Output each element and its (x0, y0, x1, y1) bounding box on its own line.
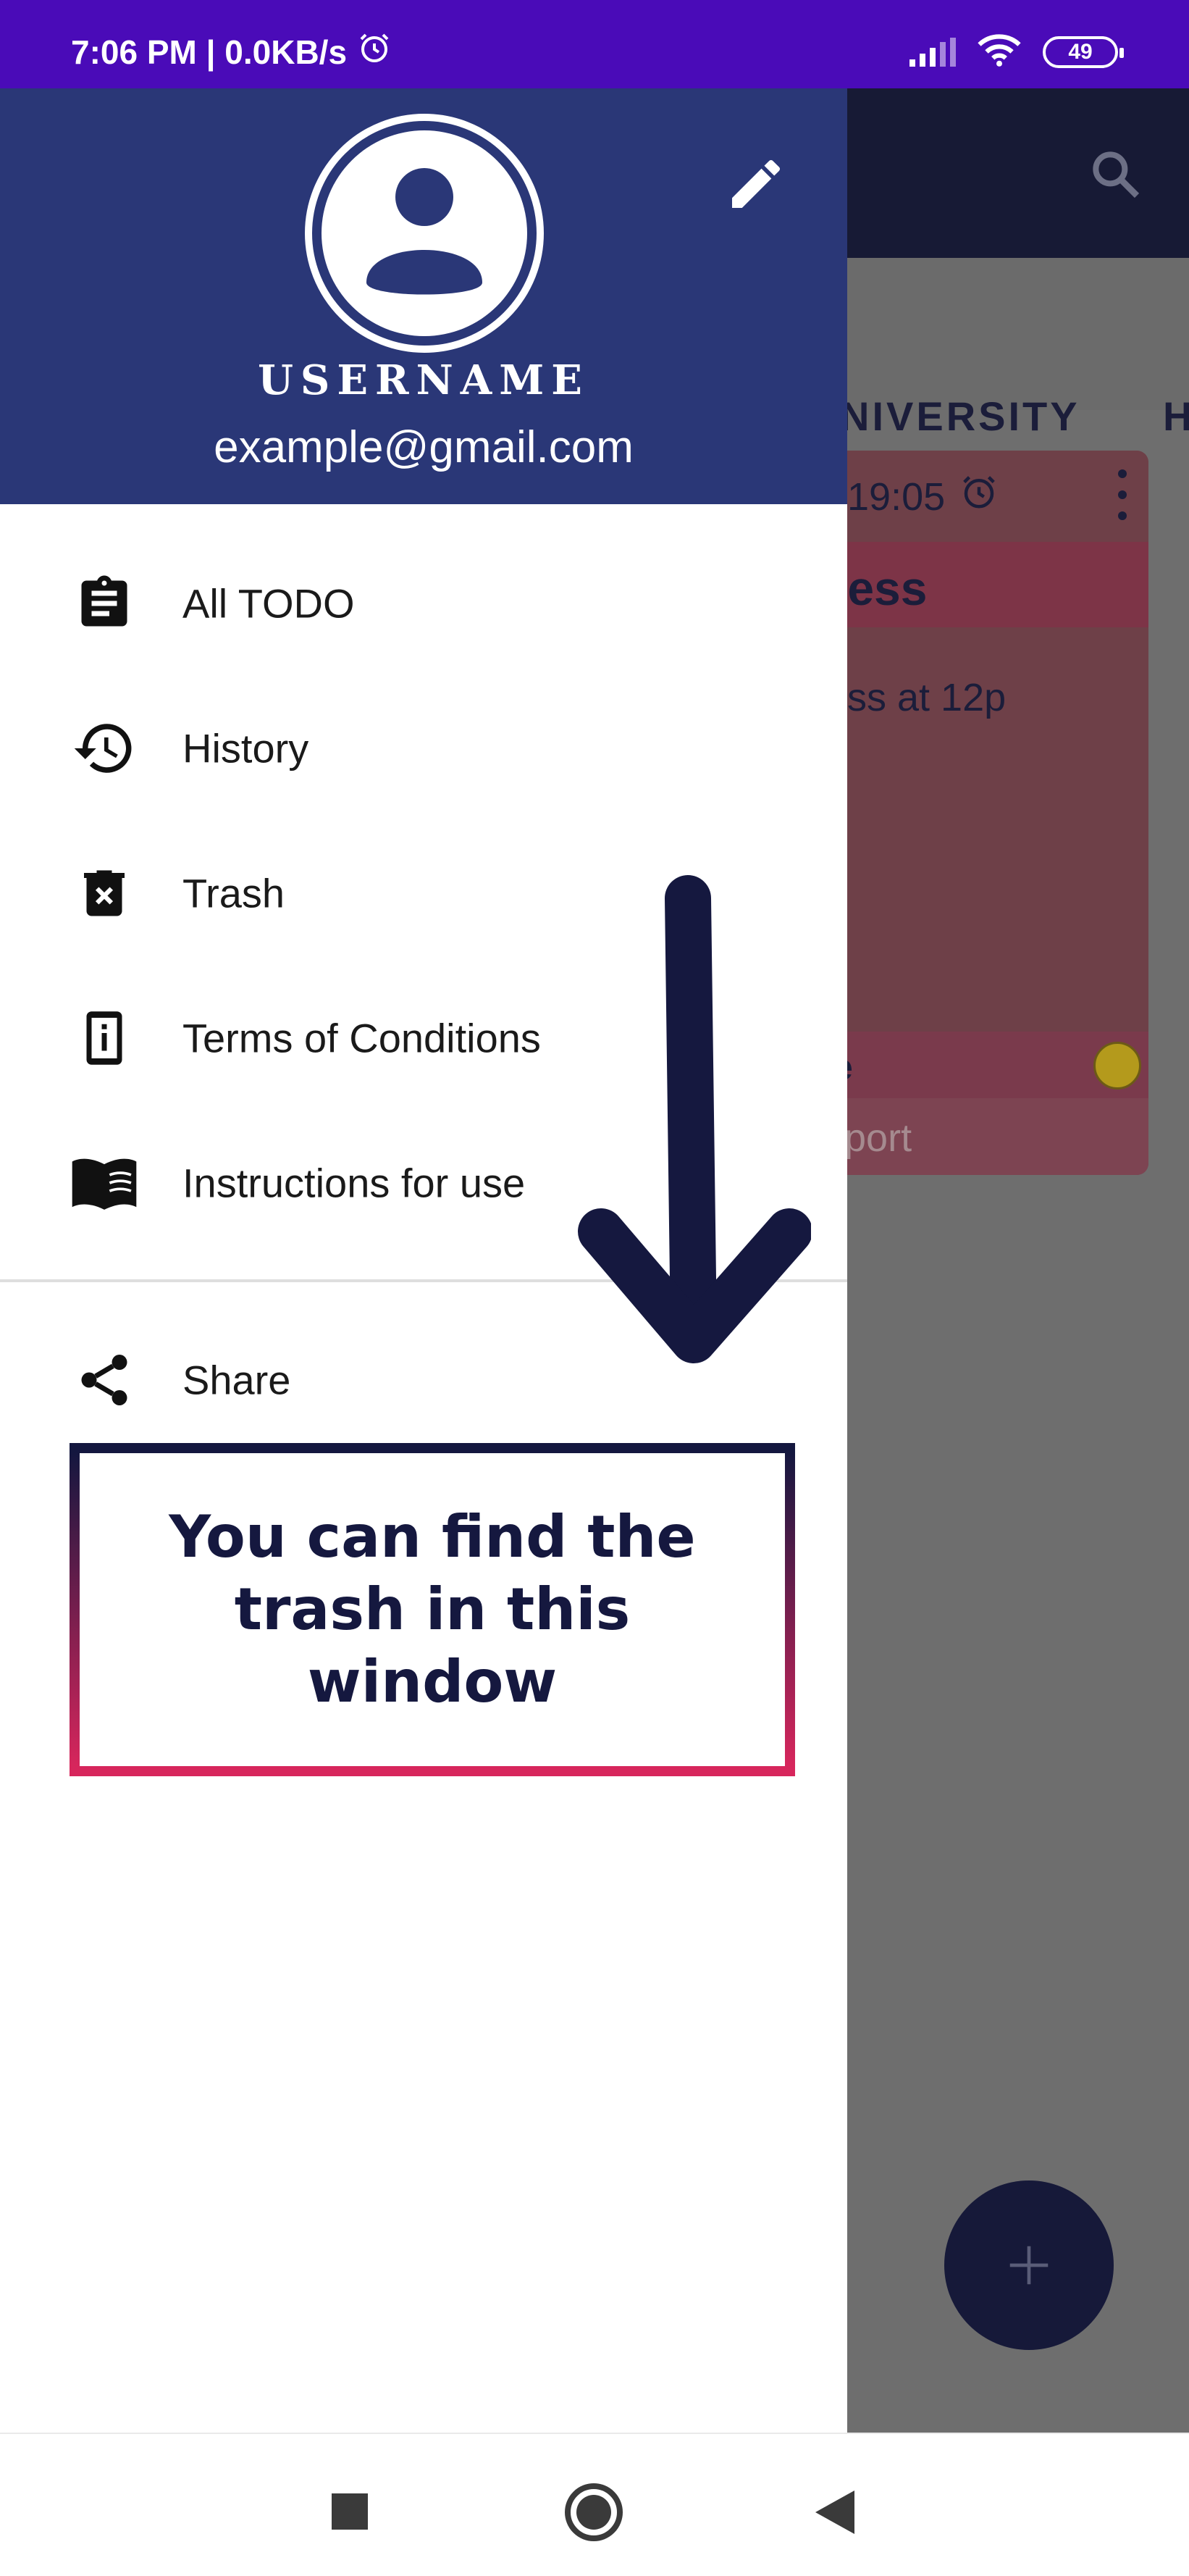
card-time-text: 19:05 (847, 474, 946, 519)
home-button[interactable] (565, 2483, 623, 2541)
card-time: 19:05 (847, 472, 999, 521)
recents-button[interactable] (332, 2493, 368, 2530)
info-device-icon (70, 1003, 139, 1073)
plus-icon (1009, 2246, 1049, 2285)
arrow-down-icon (572, 869, 812, 1380)
menu-label-trash: Trash (182, 870, 285, 916)
battery-level: 49 (1068, 39, 1093, 64)
trash-icon (70, 858, 139, 928)
share-icon (70, 1345, 139, 1415)
menu-label-instructions: Instructions for use (182, 1160, 526, 1206)
signal-icon (909, 37, 956, 67)
menu-item-all-todo[interactable]: All TODO (0, 535, 847, 672)
tab-next[interactable]: H (1163, 393, 1189, 440)
status-left: 7:06 PM | 0.0KB/s (71, 30, 392, 73)
wifi-icon (978, 33, 1021, 70)
status-bar: 7:06 PM | 0.0KB/s 49 (0, 0, 1189, 88)
card-body: ss at 12p (847, 676, 1007, 719)
system-nav-bar (0, 2433, 1189, 2576)
menu-label-history: History (182, 725, 309, 771)
search-icon[interactable] (1086, 145, 1144, 206)
callout-text: You can find the trash in this window (169, 1503, 696, 1715)
menu-label-share: Share (182, 1357, 291, 1403)
add-todo-button[interactable] (944, 2180, 1114, 2350)
user-email: example@gmail.com (214, 422, 634, 472)
tutorial-callout: You can find the trash in this window (70, 1443, 795, 1776)
status-right: 49 (909, 33, 1124, 70)
back-button[interactable] (815, 2491, 854, 2534)
status-time-speed: 7:06 PM | 0.0KB/s (71, 33, 348, 71)
drawer-header: USERNAME example@gmail.com (0, 88, 847, 504)
menu-label-terms: Terms of Conditions (182, 1015, 541, 1061)
history-icon (70, 714, 139, 783)
username: USERNAME (258, 356, 589, 404)
menu-item-history[interactable]: History (0, 679, 847, 817)
avatar-icon[interactable] (303, 112, 546, 355)
more-options-icon[interactable] (1118, 469, 1127, 520)
clipboard-icon (70, 569, 139, 638)
edit-icon[interactable] (724, 152, 788, 219)
alarm-icon (357, 30, 392, 73)
priority-dot (1093, 1042, 1141, 1090)
tab-university[interactable]: NIVERSITY (840, 393, 1080, 440)
menu-label-all-todo: All TODO (182, 580, 355, 627)
battery-icon: 49 (1043, 35, 1124, 68)
book-icon (70, 1148, 139, 1218)
alarm-icon (959, 472, 999, 521)
